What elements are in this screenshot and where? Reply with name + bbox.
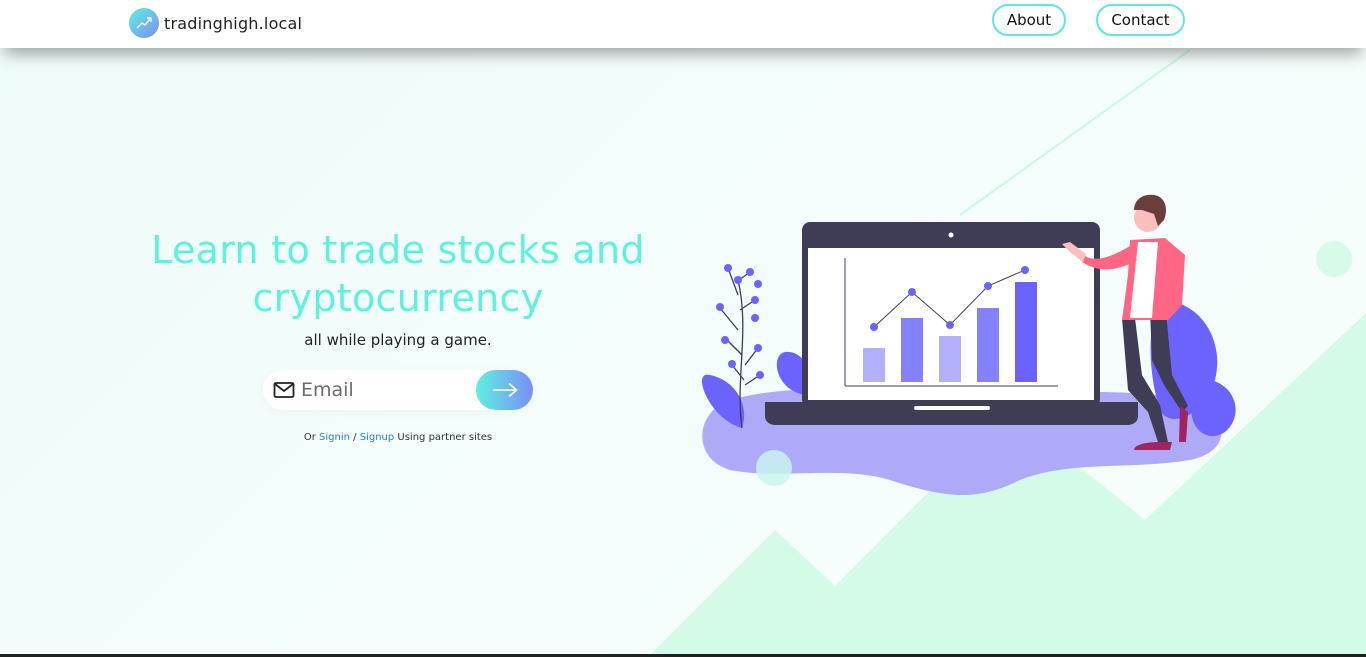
hero-title-line-1: Learn to trade stocks and <box>151 228 645 272</box>
nav-contact-button[interactable]: Contact <box>1096 4 1185 36</box>
signup-link[interactable]: Signup <box>360 432 395 443</box>
partner-separator: / <box>353 432 357 443</box>
decorative-circle <box>1316 241 1352 277</box>
nav-about-button[interactable]: About <box>992 4 1066 36</box>
envelope-icon <box>273 382 295 398</box>
hero-title-line-2: cryptocurrency <box>252 276 544 320</box>
submit-email-button[interactable] <box>476 370 533 410</box>
partner-suffix: Using partner sites <box>397 432 493 443</box>
hero-illustration <box>701 194 1236 495</box>
brand-name: tradinghigh.local <box>164 13 303 33</box>
trend-up-icon <box>129 8 159 38</box>
brand[interactable]: tradinghigh.local <box>129 8 302 38</box>
email-input[interactable] <box>301 374 471 406</box>
hero-title: Learn to trade stocks and cryptocurrency <box>120 226 676 322</box>
partner-signin-text: Or Signin / Signup Using partner sites <box>198 432 598 443</box>
arrow-right-icon <box>492 382 518 398</box>
hero-subtitle: all while playing a game. <box>304 331 492 349</box>
signin-link[interactable]: Signin <box>319 432 350 443</box>
email-signup-form <box>263 370 533 410</box>
partner-prefix: Or <box>303 432 316 443</box>
top-navbar: tradinghigh.local About Contact <box>0 0 1366 48</box>
